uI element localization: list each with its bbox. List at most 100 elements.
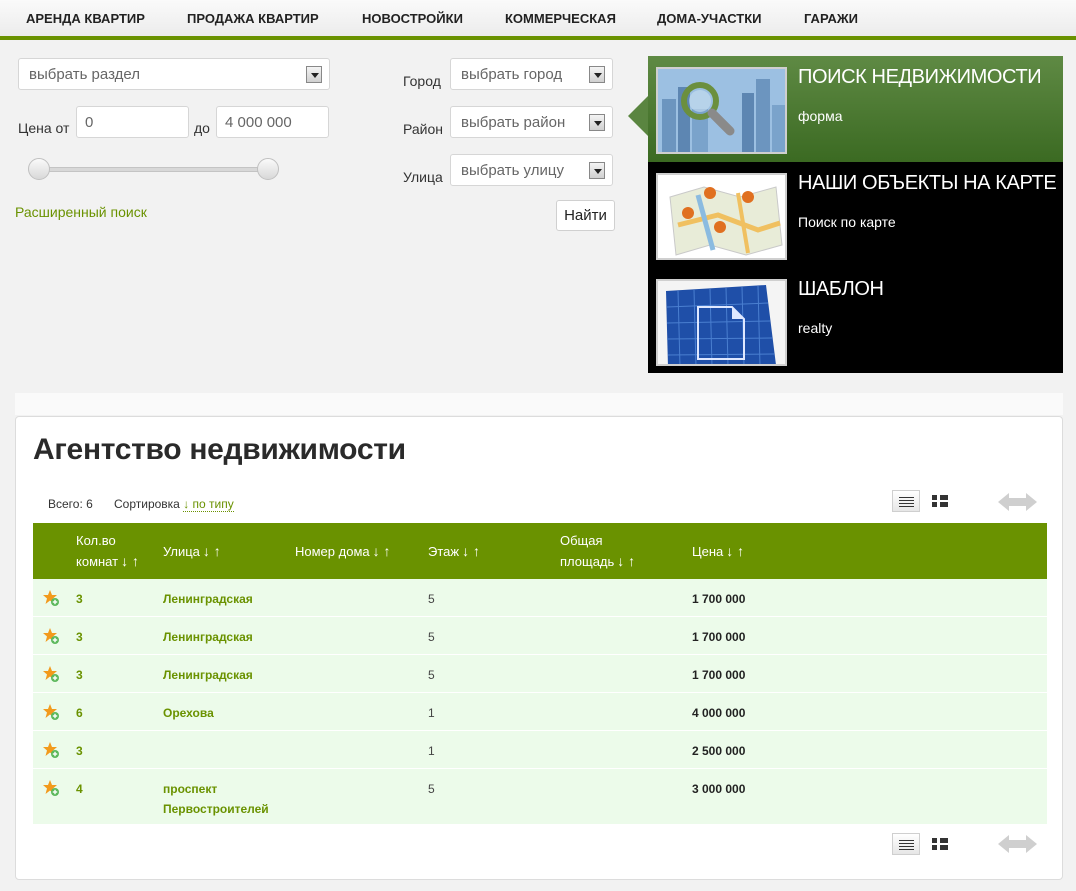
- favorite-star-icon[interactable]: [42, 703, 60, 721]
- list-view-icon[interactable]: [892, 833, 920, 855]
- find-button[interactable]: Найти: [556, 200, 615, 231]
- price-range-slider[interactable]: [38, 167, 268, 172]
- promo-title: НАШИ ОБЪЕКТЫ НА КАРТЕ: [798, 172, 1057, 194]
- section-select-value: выбрать раздел: [29, 66, 140, 83]
- total-count: Всего: 6: [48, 497, 93, 511]
- street-select-value: выбрать улицу: [461, 162, 564, 179]
- nav-item-rent[interactable]: АРЕНДА КВАРТИР: [26, 11, 145, 26]
- section-select[interactable]: выбрать раздел: [18, 58, 330, 90]
- nav-item-new-buildings[interactable]: НОВОСТРОЙКИ: [362, 11, 463, 26]
- blueprint-icon: [656, 279, 787, 366]
- city-select[interactable]: выбрать город: [450, 58, 613, 90]
- favorite-star-icon[interactable]: [42, 741, 60, 759]
- prev-page-arrow-icon[interactable]: [998, 493, 1017, 511]
- next-page-arrow-icon[interactable]: [1017, 835, 1037, 853]
- column-header-price[interactable]: Цена ↓ ↑: [692, 541, 744, 562]
- cell-rooms: 4: [76, 782, 83, 796]
- promo-item-search[interactable]: ПОИСК НЕДВИЖИМОСТИ форма: [628, 56, 1063, 162]
- nav-item-garages[interactable]: ГАРАЖИ: [804, 11, 858, 26]
- favorite-star-icon[interactable]: [42, 627, 60, 645]
- price-to-label: до: [194, 120, 210, 136]
- table-row[interactable]: 6 Орехова 1 4 000 000: [33, 693, 1047, 731]
- city-label: Город: [403, 73, 441, 89]
- grid-view-icon[interactable]: [926, 833, 954, 855]
- price-from-input[interactable]: 0: [76, 106, 189, 138]
- cell-price: 1 700 000: [692, 668, 746, 682]
- cell-price: 1 700 000: [692, 592, 746, 606]
- cell-rooms: 3: [76, 668, 83, 682]
- promo-subtitle: realty: [798, 320, 833, 336]
- cell-floor: 1: [428, 706, 435, 720]
- city-select-value: выбрать город: [461, 66, 563, 83]
- nav-item-sale[interactable]: ПРОДАЖА КВАРТИР: [187, 11, 319, 26]
- slider-handle-min[interactable]: [28, 158, 50, 180]
- column-header-floor[interactable]: Этаж ↓ ↑: [428, 541, 480, 562]
- nav-item-houses[interactable]: ДОМА-УЧАСТКИ: [657, 11, 762, 26]
- nav-item-commercial[interactable]: КОММЕРЧЕСКАЯ: [505, 11, 616, 26]
- cell-floor: 1: [428, 744, 435, 758]
- cell-rooms: 3: [76, 630, 83, 644]
- chevron-down-icon: [589, 66, 605, 83]
- table-header: Кол.во комнат ↓ ↑ Улица ↓ ↑ Номер дома ↓ ↑ …: [33, 523, 1047, 579]
- table-row[interactable]: 3 1 2 500 000: [33, 731, 1047, 769]
- column-header-house-number[interactable]: Номер дома ↓ ↑: [295, 541, 391, 562]
- top-navigation: АРЕНДА КВАРТИР ПРОДАЖА КВАРТИР НОВОСТРОЙ…: [0, 0, 1076, 40]
- cell-floor: 5: [428, 782, 435, 796]
- listing-panel: Агентство недвижимости Всего: 6 Сортиров…: [15, 416, 1063, 880]
- search-city-icon: [656, 67, 787, 154]
- page-title: Агентство недвижимости: [33, 433, 406, 466]
- promo-item-map[interactable]: НАШИ ОБЪЕКТЫ НА КАРТЕ Поиск по карте: [648, 162, 1063, 268]
- promo-subtitle: форма: [798, 108, 843, 124]
- promo-title: ПОИСК НЕДВИЖИМОСТИ: [798, 66, 1042, 88]
- advanced-search-link[interactable]: Расширенный поиск: [15, 204, 147, 220]
- table-row[interactable]: 3 Ленинградская 5 1 700 000: [33, 579, 1047, 617]
- grid-view-icon[interactable]: [926, 490, 954, 512]
- table-row[interactable]: 4 проспект Первостроителей 5 3 000 000: [33, 769, 1047, 825]
- content-divider: [15, 393, 1063, 415]
- district-label: Район: [403, 121, 443, 137]
- favorite-star-icon[interactable]: [42, 589, 60, 607]
- district-select-value: выбрать район: [461, 114, 566, 131]
- cell-floor: 5: [428, 630, 435, 644]
- promo-subtitle: Поиск по карте: [798, 214, 896, 230]
- column-header-rooms[interactable]: Кол.во комнат ↓ ↑: [76, 531, 139, 572]
- list-view-icon[interactable]: [892, 490, 920, 512]
- table-row[interactable]: 3 Ленинградская 5 1 700 000: [33, 617, 1047, 655]
- active-pointer-icon: [628, 96, 648, 136]
- chevron-down-icon: [589, 114, 605, 131]
- cell-street[interactable]: Ленинградская: [163, 589, 253, 609]
- cell-rooms: 6: [76, 706, 83, 720]
- promo-panel: ПОИСК НЕДВИЖИМОСТИ форма НАШИ ОБЪЕКТЫ НА…: [628, 56, 1063, 374]
- sort-by-type-link[interactable]: ↓ по типу: [183, 497, 234, 512]
- next-page-arrow-icon[interactable]: [1017, 493, 1037, 511]
- table-row[interactable]: 3 Ленинградская 5 1 700 000: [33, 655, 1047, 693]
- promo-item-template[interactable]: ШАБЛОН realty: [648, 268, 1063, 374]
- prev-page-arrow-icon[interactable]: [998, 835, 1017, 853]
- price-to-input[interactable]: 4 000 000: [216, 106, 329, 138]
- cell-street[interactable]: Ленинградская: [163, 627, 253, 647]
- cell-price: 2 500 000: [692, 744, 746, 758]
- favorite-star-icon[interactable]: [42, 779, 60, 797]
- promo-title: ШАБЛОН: [798, 278, 884, 300]
- price-to-value: 4 000 000: [225, 114, 292, 131]
- cell-floor: 5: [428, 592, 435, 606]
- district-select[interactable]: выбрать район: [450, 106, 613, 138]
- cell-price: 1 700 000: [692, 630, 746, 644]
- listings-table: Кол.во комнат ↓ ↑ Улица ↓ ↑ Номер дома ↓ ↑ …: [33, 523, 1047, 825]
- cell-rooms: 3: [76, 744, 83, 758]
- street-select[interactable]: выбрать улицу: [450, 154, 613, 186]
- slider-handle-max[interactable]: [257, 158, 279, 180]
- cell-rooms: 3: [76, 592, 83, 606]
- favorite-star-icon[interactable]: [42, 665, 60, 683]
- map-pins-icon: [656, 173, 787, 260]
- cell-street[interactable]: Орехова: [163, 703, 214, 723]
- cell-street[interactable]: Ленинградская: [163, 665, 253, 685]
- cell-floor: 5: [428, 668, 435, 682]
- price-from-label: Цена от: [18, 120, 70, 136]
- sort-control: Сортировка ↓ по типу: [114, 497, 234, 512]
- cell-price: 3 000 000: [692, 782, 746, 796]
- cell-street[interactable]: проспект Первостроителей: [163, 779, 269, 819]
- column-header-street[interactable]: Улица ↓ ↑: [163, 541, 221, 562]
- column-header-area[interactable]: Общая площадь ↓ ↑: [560, 531, 635, 572]
- sort-label: Сортировка: [114, 497, 180, 511]
